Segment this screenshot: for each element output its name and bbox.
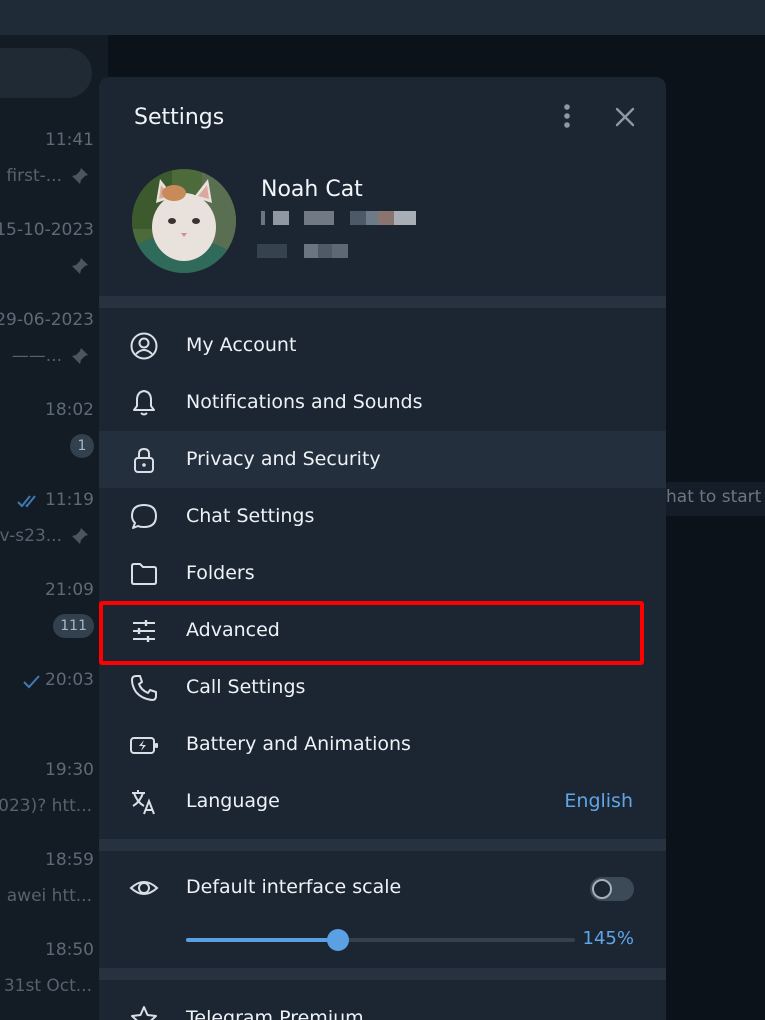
chat-snippet: v-s23... — [0, 526, 62, 546]
interface-scale-toggle[interactable] — [590, 877, 634, 901]
bell-icon — [133, 390, 155, 416]
menu-item-notifications[interactable]: Notifications and Sounds — [99, 374, 666, 431]
section-divider — [99, 968, 666, 980]
chat-list: 11:41 first-... 15-10-2023 29-06-2023 ——… — [0, 35, 108, 1020]
phone-icon — [131, 675, 157, 701]
unread-badge: 1 — [70, 434, 94, 458]
avatar[interactable] — [132, 169, 236, 273]
chat-snippet: awei htt... — [6, 886, 92, 906]
pin-icon — [72, 168, 88, 184]
chat-time: 29-06-2023 — [0, 310, 94, 330]
interface-scale-label: Default interface scale — [186, 876, 402, 898]
redacted-phone — [261, 211, 416, 225]
menu-item-call-settings[interactable]: Call Settings — [99, 659, 666, 716]
highlight-box — [99, 601, 644, 665]
chat-snippet: 31st Oct... — [3, 976, 92, 996]
chat-bubble-icon — [131, 504, 157, 529]
battery-icon — [130, 737, 158, 754]
chat-snippet: ——... — [11, 346, 62, 366]
more-options-icon[interactable] — [554, 99, 584, 135]
chat-time: 20:03 — [45, 670, 94, 690]
section-divider — [99, 839, 666, 851]
search-field[interactable] — [0, 48, 92, 98]
menu-item-privacy[interactable]: Privacy and Security — [99, 431, 666, 488]
pin-icon — [72, 348, 88, 364]
chat-time: 19:30 — [45, 760, 94, 780]
slider-fill — [186, 938, 338, 942]
menu-item-language[interactable]: Language English — [99, 773, 666, 830]
menu-item-label: Privacy and Security — [186, 448, 381, 470]
menu-item-label: Battery and Animations — [186, 733, 411, 755]
slider-thumb[interactable] — [326, 929, 349, 951]
chat-snippet: 023)? htt... — [0, 796, 92, 816]
star-icon — [131, 1006, 157, 1020]
close-icon[interactable] — [609, 101, 641, 133]
menu-item-label: Call Settings — [186, 676, 306, 698]
account-icon — [130, 332, 158, 360]
menu-item-label: My Account — [186, 334, 297, 356]
toggle-knob — [592, 879, 612, 899]
section-divider — [99, 296, 666, 308]
interface-scale-slider[interactable] — [186, 929, 575, 951]
menu-item-label: Folders — [186, 562, 255, 584]
pin-icon — [72, 528, 88, 544]
chat-snippet: first-... — [6, 166, 62, 186]
chat-time: 11:41 — [45, 130, 94, 150]
chat-time: 11:19 — [45, 490, 94, 510]
folder-icon — [131, 563, 157, 585]
menu-item-folders[interactable]: Folders — [99, 545, 666, 602]
chat-time: 18:59 — [45, 850, 94, 870]
settings-panel: Settings Noah Cat My Account Notificatio… — [99, 77, 666, 1020]
menu-item-chat-settings[interactable]: Chat Settings — [99, 488, 666, 545]
chat-time: 15-10-2023 — [0, 220, 94, 240]
empty-chat-hint: hat to start — [666, 487, 762, 507]
check-icon — [23, 675, 40, 689]
menu-item-my-account[interactable]: My Account — [99, 317, 666, 374]
chat-time: 21:09 — [45, 580, 94, 600]
settings-title: Settings — [134, 105, 225, 130]
menu-item-label: Language — [186, 790, 280, 812]
unread-badge: 111 — [53, 614, 94, 638]
menu-item-label: Notifications and Sounds — [186, 391, 423, 413]
menu-item-premium[interactable]: Telegram Premium — [99, 990, 666, 1020]
double-check-icon — [17, 495, 36, 508]
interface-scale-row[interactable]: Default interface scale — [99, 859, 666, 916]
chat-time: 18:50 — [45, 940, 94, 960]
eye-icon — [129, 881, 159, 895]
interface-scale-value: 145% — [582, 928, 634, 949]
language-value: English — [564, 790, 633, 812]
chat-time: 18:02 — [45, 400, 94, 420]
menu-item-label: Telegram Premium — [186, 1007, 364, 1020]
menu-item-battery[interactable]: Battery and Animations — [99, 716, 666, 773]
redacted-username — [257, 244, 357, 258]
translate-icon — [132, 790, 155, 815]
menu-item-label: Chat Settings — [186, 505, 315, 527]
lock-icon — [134, 447, 154, 473]
profile-name: Noah Cat — [261, 177, 363, 202]
pin-icon — [72, 258, 88, 274]
title-bar — [0, 0, 765, 35]
